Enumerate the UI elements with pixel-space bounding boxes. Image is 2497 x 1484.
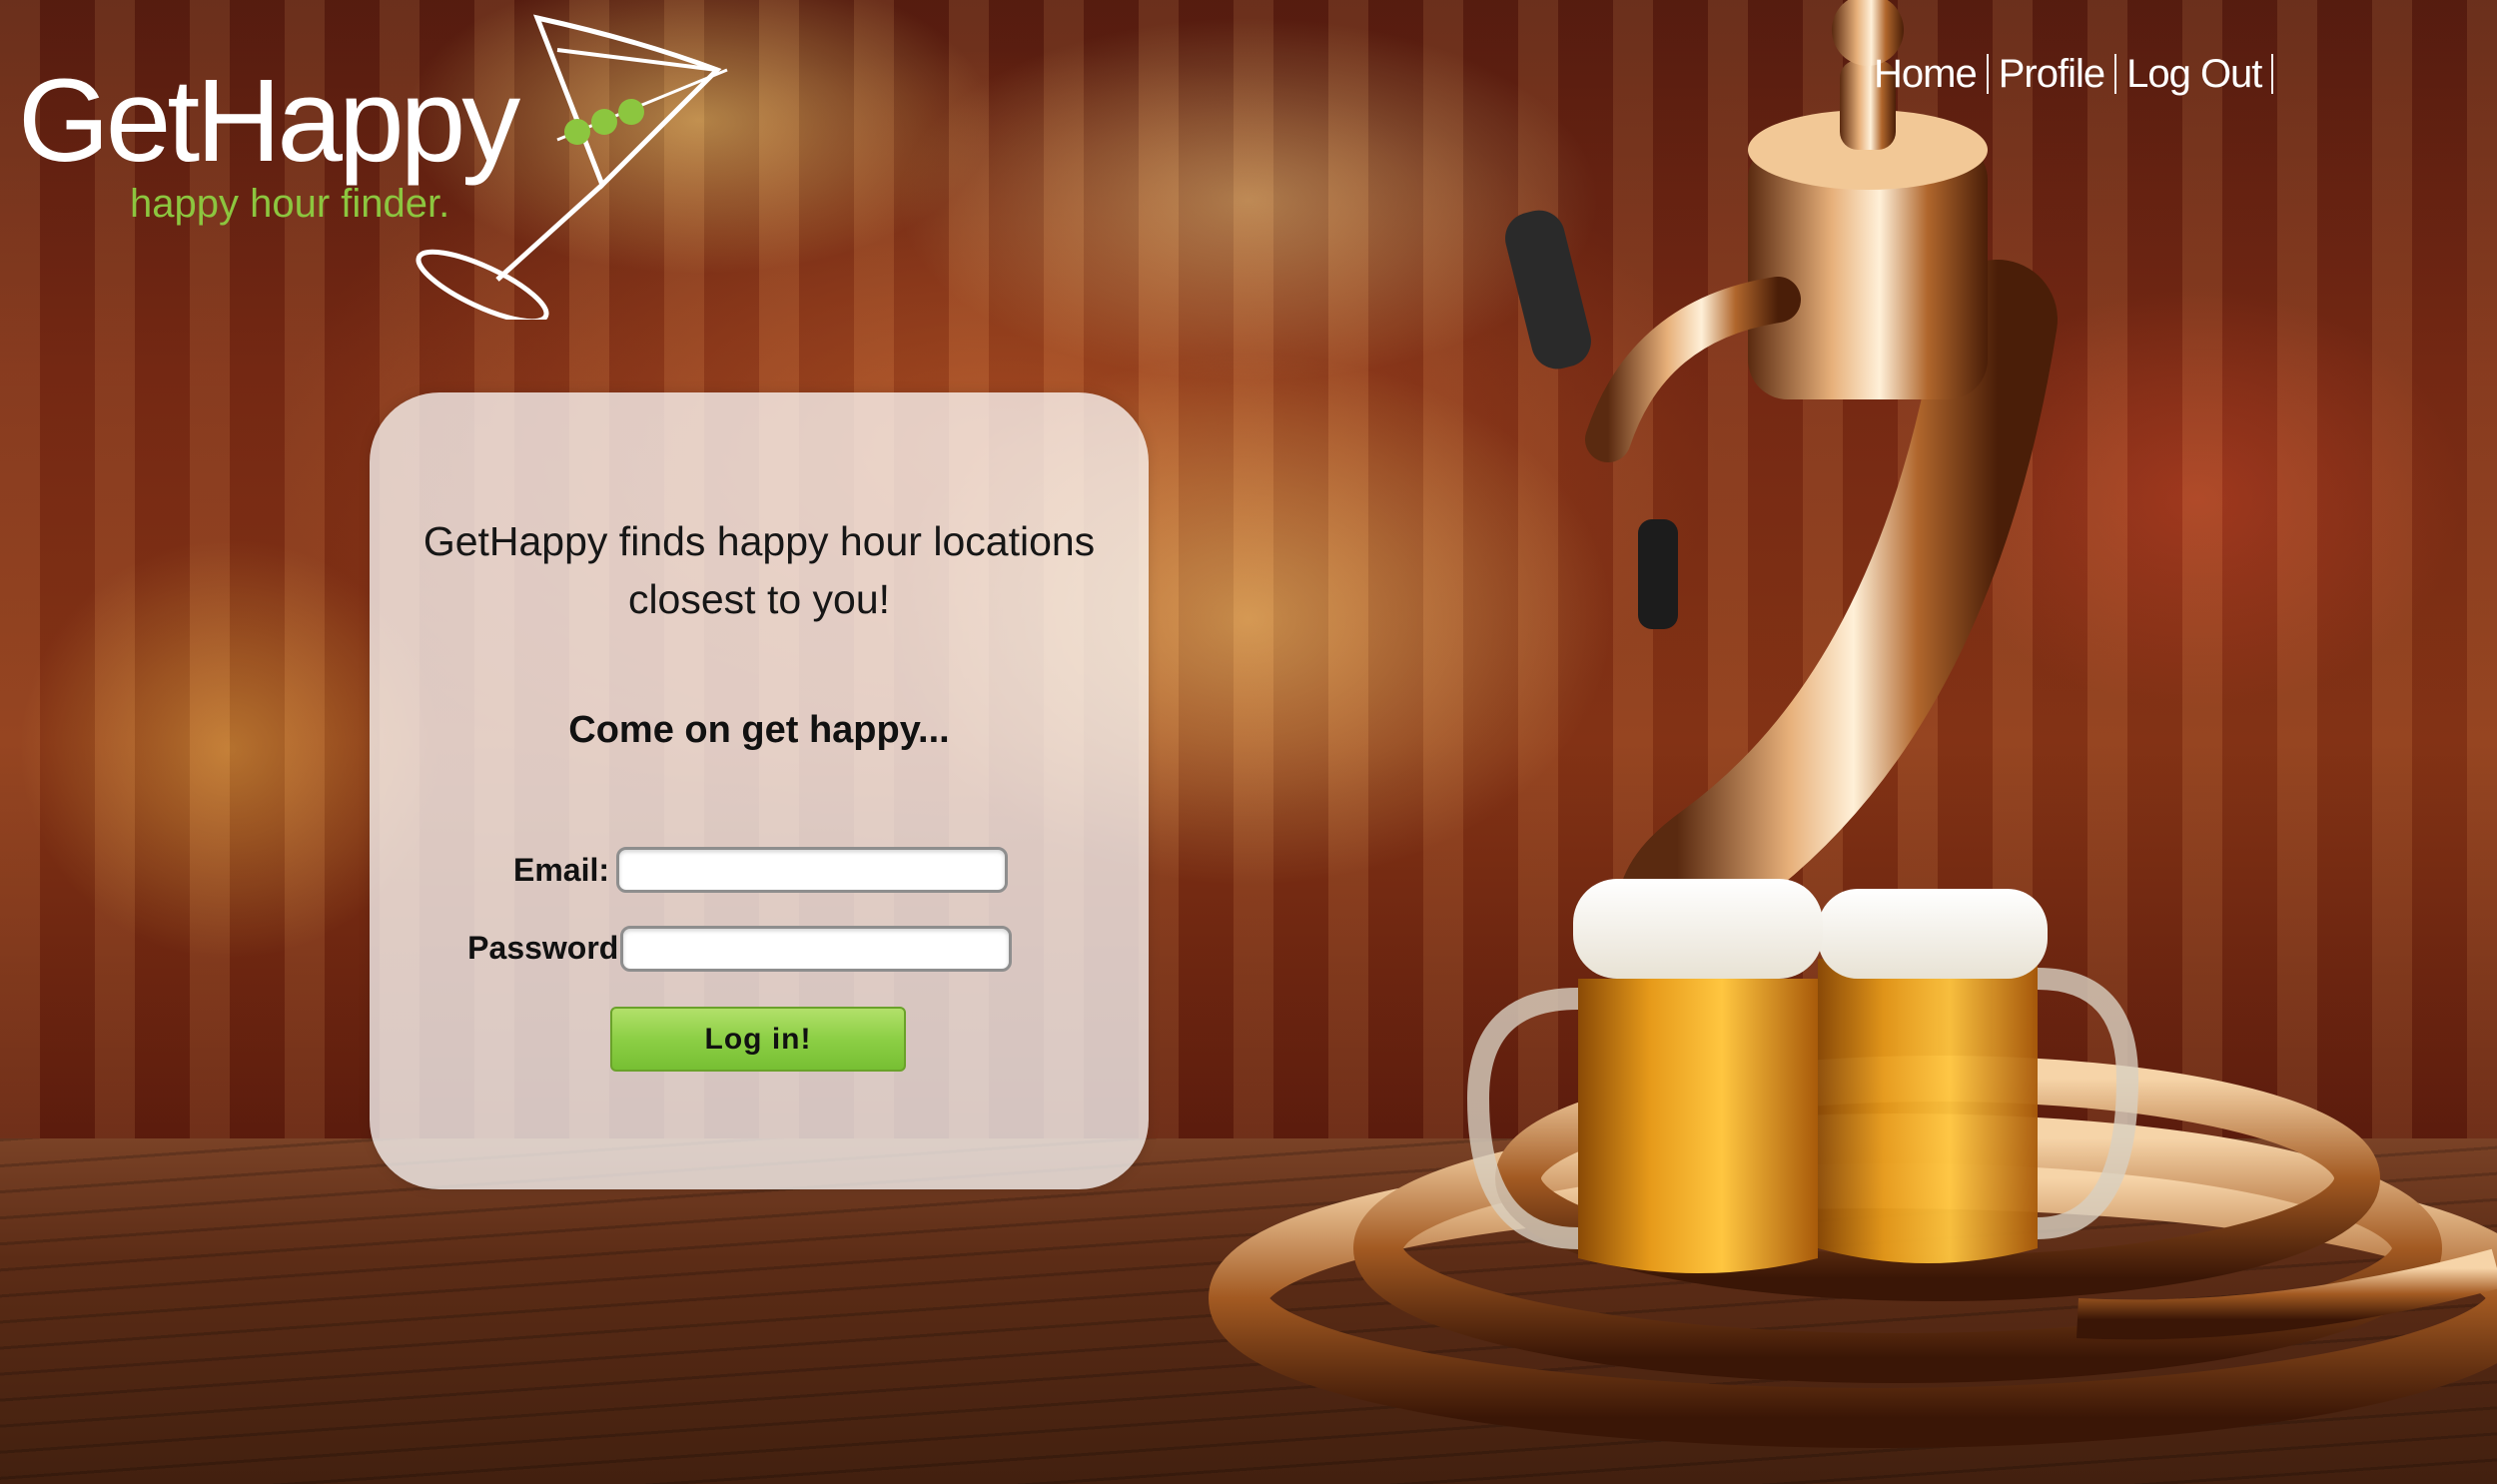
nav-home-link[interactable]: Home: [1868, 54, 1989, 94]
email-field[interactable]: [616, 847, 1008, 893]
password-label: Password:: [467, 930, 629, 966]
intro-text: GetHappy finds happy hour locations clos…: [370, 512, 1149, 628]
top-nav: Home Profile Log Out: [1868, 50, 2274, 98]
login-button[interactable]: Log in!: [610, 1007, 906, 1072]
login-subhead: Come on get happy...: [568, 709, 950, 751]
password-field[interactable]: [620, 926, 1012, 972]
martini-glass-icon: [416, 14, 728, 320]
gethappy-logo[interactable]: GetHappy happy hour finder.: [18, 10, 737, 320]
beer-tap-illustration: [1209, 0, 2497, 1448]
email-label: Email:: [512, 852, 609, 888]
intro-text-line2: closest to you!: [627, 576, 891, 622]
login-panel: GetHappy finds happy hour locations clos…: [370, 392, 1149, 1189]
nav-profile-link[interactable]: Profile: [1989, 54, 2117, 94]
intro-text-line1: GetHappy finds happy hour locations: [422, 518, 1096, 564]
nav-logout-link[interactable]: Log Out: [2116, 54, 2274, 94]
